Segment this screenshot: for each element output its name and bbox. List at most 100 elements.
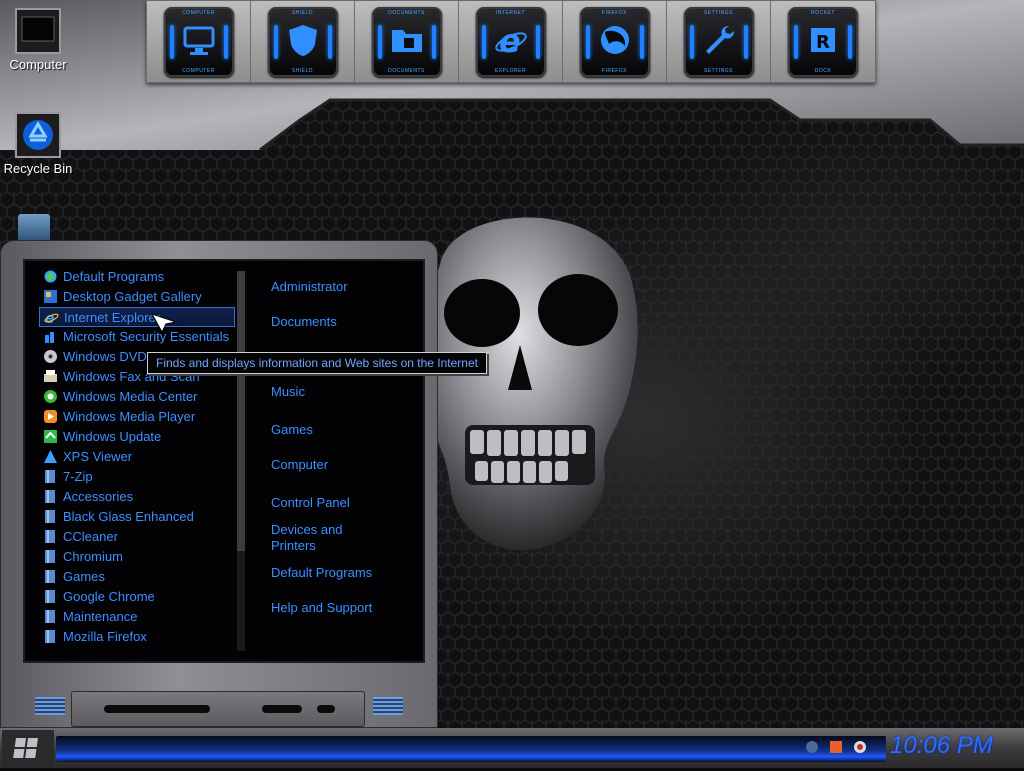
desktop-icon-label: Recycle Bin (3, 161, 73, 176)
scrollbar-thumb[interactable] (237, 271, 245, 551)
dock-item-rocketdock[interactable]: ROCKET R DOCK (771, 1, 875, 82)
rocket-dock: COMPUTER COMPUTER SHIELD SHIELD DOCUMENT… (146, 0, 876, 83)
start-menu-bottom-bar (71, 691, 365, 727)
media-center-icon (43, 389, 58, 404)
program-folder-chromium[interactable]: Chromium (39, 547, 235, 567)
volume-tray-icon[interactable] (853, 740, 867, 754)
program-folder-games[interactable]: Games (39, 567, 235, 587)
dock-item-settings[interactable]: SETTINGS SETTINGS (667, 1, 771, 82)
link-help-and-support[interactable]: Help and Support (271, 600, 411, 616)
program-folder-black-glass-enhanced[interactable]: Black Glass Enhanced (39, 507, 235, 527)
search-slot[interactable] (104, 705, 210, 713)
program-default-programs[interactable]: Default Programs (39, 267, 235, 287)
program-windows-update[interactable]: Windows Update (39, 427, 235, 447)
link-devices-and-printers[interactable]: Devices and Printers (271, 522, 361, 554)
program-xps-viewer[interactable]: XPS Viewer (39, 447, 235, 467)
program-label: CCleaner (63, 529, 118, 544)
program-microsoft-security-essentials[interactable]: Microsoft Security Essentials (39, 327, 235, 347)
rocketdock-icon: ROCKET R DOCK (788, 6, 858, 77)
program-folder-maintenance[interactable]: Maintenance (39, 607, 235, 627)
dock-item-documents[interactable]: DOCUMENTS DOCUMENTS (355, 1, 459, 82)
wrench-icon: SETTINGS SETTINGS (683, 6, 754, 77)
link-games[interactable]: Games (271, 422, 411, 438)
dock-caption-top: COMPUTER (182, 9, 215, 16)
link-documents[interactable]: Documents (271, 314, 411, 330)
program-windows-media-player[interactable]: Windows Media Player (39, 407, 235, 427)
desktop-icon-label: Computer (9, 57, 67, 72)
vent-left (35, 697, 65, 715)
dock-caption-bottom: DOCK (814, 67, 832, 74)
vent-right (373, 697, 403, 715)
computer-icon: COMPUTER COMPUTER (163, 6, 234, 77)
dock-caption-top: SETTINGS (703, 9, 733, 16)
folder-icon: DOCUMENTS DOCUMENTS (371, 6, 442, 77)
link-default-programs[interactable]: Default Programs (271, 565, 411, 581)
program-label: Internet Explorer (64, 310, 161, 325)
link-music[interactable]: Music (271, 384, 411, 400)
dock-caption-bottom: COMPUTER (182, 67, 215, 74)
internet-explorer-icon: e (44, 310, 59, 327)
dock-caption-bottom: SETTINGS (703, 67, 733, 74)
action-center-tray-icon[interactable] (829, 740, 843, 754)
dock-item-internet-explorer[interactable]: INTERNET e EXPLORER (459, 1, 563, 82)
program-label: Windows DVD (63, 349, 147, 364)
program-internet-explorer[interactable]: e Internet Explorer (39, 307, 235, 327)
programs-scrollbar[interactable] (237, 271, 245, 651)
program-windows-media-center[interactable]: Windows Media Center (39, 387, 235, 407)
program-label: Mozilla Firefox (63, 629, 147, 644)
program-desktop-gadget-gallery[interactable]: Desktop Gadget Gallery (39, 287, 235, 307)
program-folder-accessories[interactable]: Accessories (39, 487, 235, 507)
dock-item-shield[interactable]: SHIELD SHIELD (251, 1, 355, 82)
all-programs-list: Default Programs Desktop Gadget Gallery … (39, 267, 235, 647)
dock-item-computer[interactable]: COMPUTER COMPUTER (147, 1, 251, 82)
desktop-icon-computer[interactable]: Computer (0, 8, 76, 72)
folder-icon (43, 469, 58, 484)
dock-caption-bottom: FIREFOX (601, 67, 628, 74)
dvd-maker-icon (43, 349, 58, 364)
link-computer[interactable]: Computer (271, 457, 411, 473)
folder-icon (43, 609, 58, 624)
mouse-cursor (150, 313, 178, 334)
security-essentials-icon (43, 329, 58, 344)
fax-scan-icon (43, 369, 58, 384)
shield-icon: SHIELD SHIELD (267, 6, 338, 77)
link-administrator[interactable]: Administrator (271, 279, 411, 295)
desktop-icon-recycle-bin[interactable]: Recycle Bin (0, 112, 76, 176)
windows-update-icon (43, 429, 58, 444)
start-menu-panel: Default Programs Desktop Gadget Gallery … (23, 259, 425, 663)
folder-icon (43, 589, 58, 604)
taskbar-glow-strip (56, 736, 886, 762)
program-label: Microsoft Security Essentials (63, 329, 230, 344)
default-programs-icon (43, 269, 58, 284)
dock-item-firefox[interactable]: FIREFOX FIREFOX (563, 1, 667, 82)
dock-caption-bottom: DOCUMENTS (388, 67, 425, 74)
gadget-gallery-icon (43, 289, 58, 304)
program-folder-ccleaner[interactable]: CCleaner (39, 527, 235, 547)
folder-icon (43, 569, 58, 584)
folder-icon (43, 489, 58, 504)
taskbar-clock[interactable]: 10:06 PM (890, 732, 1000, 760)
dock-caption-bottom: SHIELD (291, 67, 314, 74)
xps-viewer-icon (43, 449, 58, 464)
dock-caption-bottom: EXPLORER (494, 67, 527, 74)
program-label: Windows Update (63, 429, 162, 444)
folder-icon (43, 549, 58, 564)
program-folder-mozilla-firefox[interactable]: Mozilla Firefox (39, 627, 235, 647)
folder-icon (43, 629, 58, 644)
program-folder-google-chrome[interactable]: Google Chrome (39, 587, 235, 607)
network-tray-icon[interactable] (805, 740, 819, 754)
program-label: Google Chrome (63, 589, 155, 604)
program-label: 7-Zip (63, 469, 93, 484)
svg-text:R: R (816, 32, 830, 53)
dock-caption-top: ROCKET (811, 9, 835, 16)
program-label: Maintenance (63, 609, 138, 624)
program-label: Windows Media Center (63, 389, 198, 404)
shutdown-button[interactable] (262, 705, 302, 713)
link-control-panel[interactable]: Control Panel (271, 495, 411, 511)
tooltip: Finds and displays information and Web s… (147, 352, 487, 374)
program-folder-7-zip[interactable]: 7-Zip (39, 467, 235, 487)
program-label: Desktop Gadget Gallery (63, 289, 202, 304)
start-button[interactable] (2, 730, 54, 766)
start-menu: Default Programs Desktop Gadget Gallery … (0, 240, 438, 728)
shutdown-options-button[interactable] (317, 705, 335, 713)
